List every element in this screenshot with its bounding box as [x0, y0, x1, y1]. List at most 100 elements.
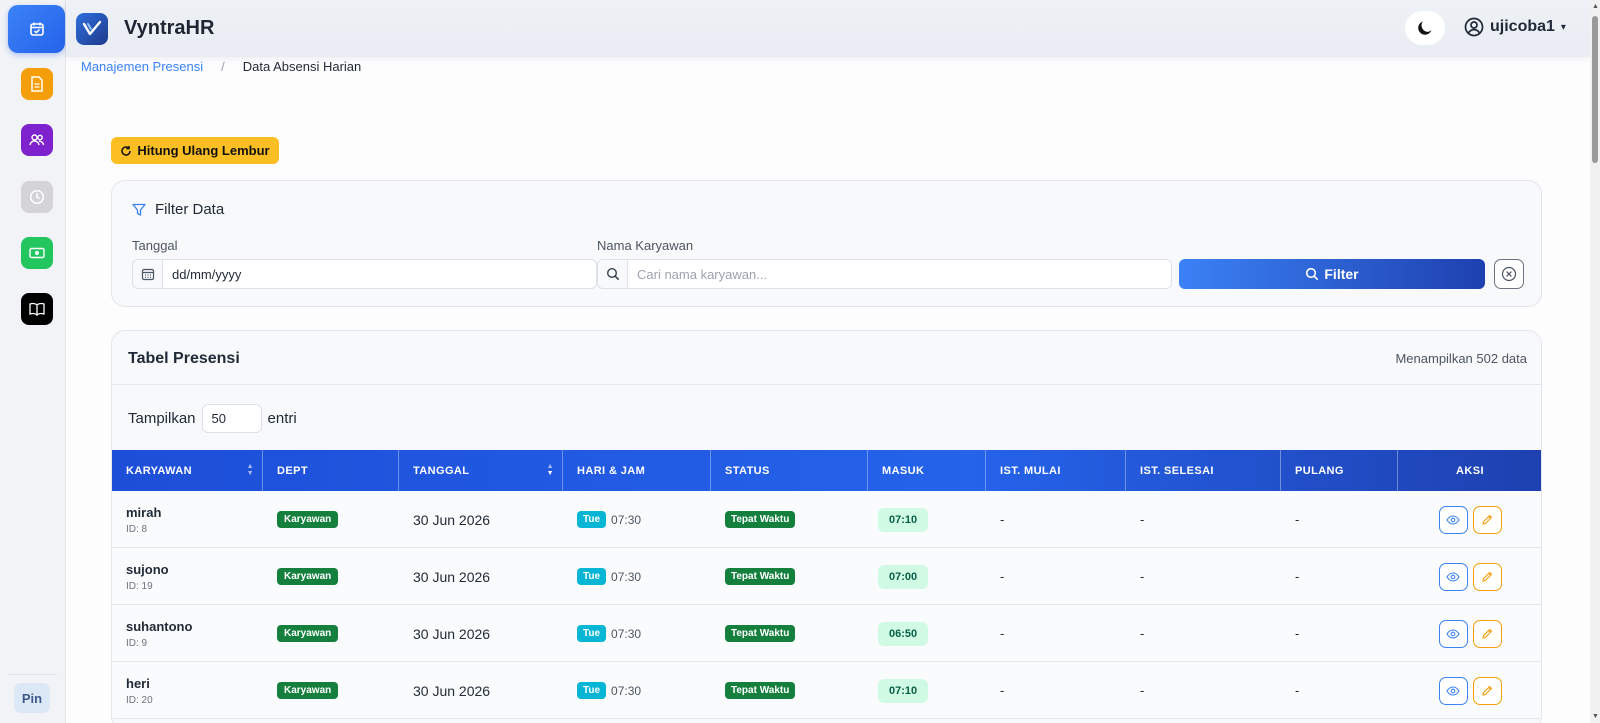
cell-break-start: -: [986, 548, 1126, 605]
employee-search-placeholder: Cari nama karyawan...: [637, 266, 768, 282]
user-menu[interactable]: ujicoba1 ▾: [1464, 17, 1566, 37]
cell-in: 07:10: [868, 491, 986, 548]
users-icon: [29, 134, 45, 146]
break-start: -: [1000, 512, 1005, 527]
moon-icon: [1418, 21, 1432, 35]
table-header: KARYAWAN ▲ ▼ DEPT TANGGAL ▲ ▼ HARI & JAM S…: [112, 450, 1541, 491]
date-value: dd/mm/yyyy: [172, 266, 242, 282]
sidebar-item-riwayat[interactable]: [21, 181, 53, 213]
eye-icon: [1446, 628, 1460, 639]
employee-name: suhantono: [126, 618, 193, 634]
logo-check-icon: [82, 20, 102, 36]
cell-employee: sujono ID: 19: [112, 548, 263, 605]
pencil-icon: [1482, 628, 1493, 639]
employee-name: heri: [126, 675, 150, 691]
col-hari-jam: HARI & JAM: [563, 450, 711, 491]
dept-badge: Karyawan: [277, 511, 339, 528]
cell-date: 30 Jun 2026: [399, 491, 563, 548]
status-badge: Tepat Waktu: [725, 625, 796, 642]
employee-id: ID: 20: [126, 694, 153, 706]
table-row: suhantono ID: 9 Karyawan 30 Jun 2026 Tue…: [112, 605, 1541, 662]
employee-id: ID: 8: [126, 523, 148, 535]
calendar-addon: [133, 260, 163, 288]
col-aksi-label: AKSI: [1456, 464, 1484, 477]
cell-break-start: -: [986, 605, 1126, 662]
entries-prefix: Tampilkan: [128, 410, 196, 427]
cell-date: 30 Jun 2026: [399, 605, 563, 662]
view-button[interactable]: [1438, 562, 1468, 591]
scrollbar-thumb[interactable]: [1592, 16, 1598, 163]
pencil-icon: [1482, 571, 1493, 582]
calendar-icon: [141, 268, 154, 281]
cell-out: -: [1281, 662, 1398, 719]
employee-id: ID: 19: [126, 580, 153, 592]
break-start: -: [1000, 569, 1005, 584]
recalc-overtime-button[interactable]: Hitung Ulang Lembur: [111, 137, 279, 164]
pencil-icon: [1482, 685, 1493, 696]
cell-out: -: [1281, 548, 1398, 605]
money-icon: [29, 247, 45, 259]
schedule-time: 07:30: [611, 683, 642, 698]
sidebar-item-panduan[interactable]: [21, 293, 53, 325]
sort-desc-icon: ▲ ▼: [546, 463, 554, 477]
dept-badge: Karyawan: [277, 682, 339, 699]
document-icon: [31, 76, 43, 92]
page-scrollbar[interactable]: ▲ ▼: [1590, 0, 1600, 723]
eye-icon: [1446, 571, 1460, 582]
cell-actions: [1398, 605, 1541, 662]
date-label: Tanggal: [132, 238, 178, 253]
clock-out: -: [1295, 683, 1300, 698]
view-button[interactable]: [1438, 505, 1468, 534]
sidebar-item-keuangan[interactable]: [21, 237, 53, 269]
theme-toggle-button[interactable]: [1405, 11, 1445, 45]
brand-logo[interactable]: [76, 13, 108, 45]
table-row: heri ID: 20 Karyawan 30 Jun 2026 Tue 07:3…: [112, 662, 1541, 719]
day-badge: Tue: [577, 682, 607, 699]
employee-search-field[interactable]: Cari nama karyawan...: [597, 259, 1172, 289]
cell-out: -: [1281, 491, 1398, 548]
attendance-date: 30 Jun 2026: [413, 682, 491, 699]
cell-break-start: -: [986, 662, 1126, 719]
sidebar-item-karyawan[interactable]: [21, 124, 53, 156]
edit-button[interactable]: [1472, 619, 1502, 648]
day-badge: Tue: [577, 511, 607, 528]
table-row: mirah ID: 8 Karyawan 30 Jun 2026 Tue 07:3…: [112, 491, 1541, 548]
funnel-icon: [132, 203, 146, 216]
edit-button[interactable]: [1472, 562, 1502, 591]
cell-employee: heri ID: 20: [112, 662, 263, 719]
cell-break-end: -: [1126, 605, 1281, 662]
col-tanggal[interactable]: TANGGAL ▲ ▼: [399, 450, 563, 491]
table-title: Tabel Presensi: [128, 350, 240, 367]
user-name: ujicoba1: [1490, 18, 1555, 35]
date-field[interactable]: dd/mm/yyyy: [132, 259, 597, 289]
view-button[interactable]: [1438, 676, 1468, 705]
clock-in-badge: 07:10: [878, 507, 929, 532]
edit-button[interactable]: [1472, 676, 1502, 705]
entries-select[interactable]: 50: [201, 404, 262, 433]
break-end: -: [1140, 683, 1145, 698]
cell-break-end: -: [1126, 548, 1281, 605]
sidebar-item-dokumen[interactable]: [21, 68, 53, 100]
col-karyawan[interactable]: KARYAWAN ▲ ▼: [112, 450, 263, 491]
edit-button[interactable]: [1472, 505, 1502, 534]
scroll-up-arrow-icon[interactable]: ▲: [1592, 3, 1599, 10]
breadcrumb-parent-link[interactable]: Manajemen Presensi: [81, 59, 203, 74]
cell-out: -: [1281, 605, 1398, 662]
search-icon: [1306, 267, 1319, 281]
clock-out: -: [1295, 626, 1300, 641]
sidebar-item-presensi[interactable]: [8, 5, 65, 53]
cell-actions: [1398, 491, 1541, 548]
filter-reset-button[interactable]: [1494, 259, 1524, 289]
view-button[interactable]: [1438, 619, 1468, 648]
sidebar-pin-button[interactable]: Pin: [14, 683, 50, 713]
search-icon: [606, 267, 619, 281]
filter-submit-button[interactable]: Filter: [1179, 259, 1485, 289]
scroll-down-arrow-icon[interactable]: ▼: [1592, 713, 1599, 720]
break-start: -: [1000, 626, 1005, 641]
cell-status: Tepat Waktu: [711, 662, 868, 719]
break-end: -: [1140, 512, 1145, 527]
attendance-date: 30 Jun 2026: [413, 568, 491, 585]
col-pulang-label: PULANG: [1295, 464, 1344, 477]
calendar-check-icon: [29, 22, 44, 36]
cell-date: 30 Jun 2026: [399, 548, 563, 605]
